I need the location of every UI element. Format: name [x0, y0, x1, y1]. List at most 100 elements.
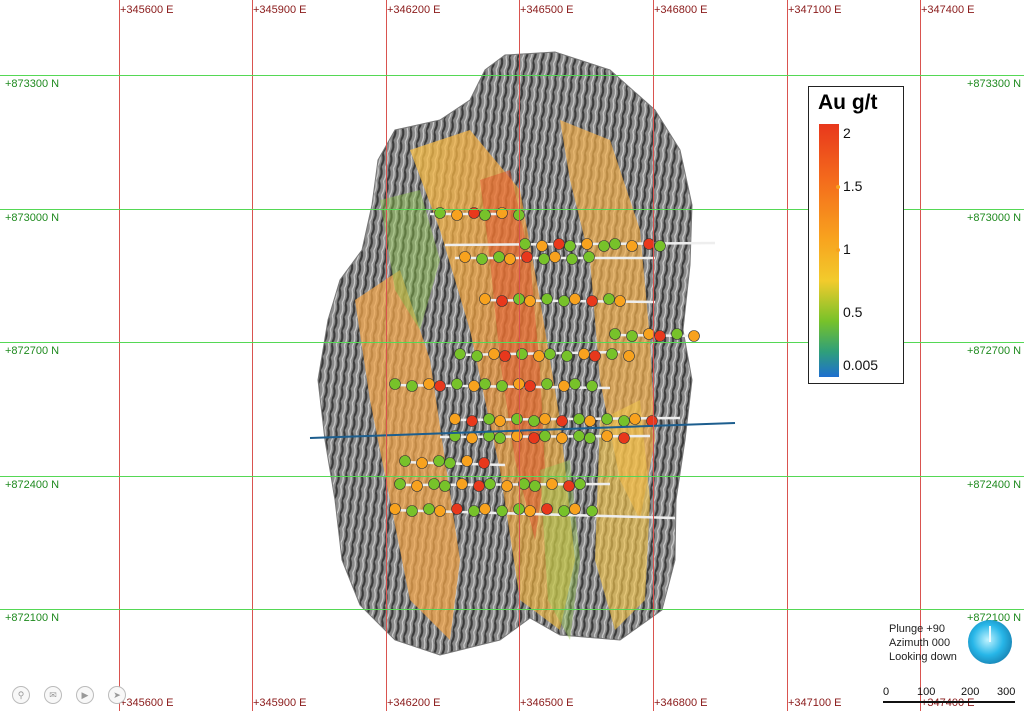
- assay-sample: [584, 415, 596, 427]
- assay-sample: [449, 413, 461, 425]
- assay-sample: [451, 503, 463, 515]
- assay-sample: [626, 330, 638, 342]
- comment-icon[interactable]: ✉: [44, 686, 62, 704]
- assay-sample: [569, 293, 581, 305]
- assay-sample: [494, 415, 506, 427]
- assay-sample: [451, 209, 463, 221]
- assay-sample: [456, 478, 468, 490]
- easting-label-top: +345900 E: [253, 4, 307, 16]
- assay-sample: [493, 251, 505, 263]
- assay-sample: [478, 457, 490, 469]
- assay-sample: [428, 478, 440, 490]
- search-icon[interactable]: ⚲: [12, 686, 30, 704]
- camera-icon[interactable]: ▶: [76, 686, 94, 704]
- assay-sample: [423, 503, 435, 515]
- assay-sample: [598, 240, 610, 252]
- assay-sample: [473, 480, 485, 492]
- northing-label-right: +873000 N: [967, 212, 1022, 224]
- northing-label-left: +872400 N: [5, 479, 60, 491]
- assay-sample: [496, 295, 508, 307]
- easting-label-top: +346800 E: [654, 4, 708, 16]
- easting-gridline: [653, 0, 654, 711]
- northing-label-left: +872700 N: [5, 345, 60, 357]
- assay-sample: [586, 505, 598, 517]
- assay-sample: [488, 348, 500, 360]
- northing-gridline: [0, 476, 1024, 477]
- easting-gridline: [519, 0, 520, 711]
- assay-sample: [416, 457, 428, 469]
- assay-sample: [654, 240, 666, 252]
- easting-label-top: +346500 E: [520, 4, 574, 16]
- assay-sample: [538, 253, 550, 265]
- assay-sample: [528, 415, 540, 427]
- scale-tick: 200: [961, 686, 980, 698]
- legend-tick: 2: [843, 125, 851, 141]
- easting-label-bottom: +346500 E: [520, 697, 574, 709]
- assay-sample: [609, 328, 621, 340]
- northing-gridline: [0, 75, 1024, 76]
- easting-label-top: +345600 E: [120, 4, 174, 16]
- assay-sample: [583, 251, 595, 263]
- legend-tick: 1.5: [843, 178, 863, 194]
- assay-sample: [601, 413, 613, 425]
- assay-sample: [589, 350, 601, 362]
- assay-sample: [573, 430, 585, 442]
- assay-sample: [494, 432, 506, 444]
- assay-sample: [468, 505, 480, 517]
- map-viewport[interactable]: +345600 E +345900 E +346200 E +346500 E …: [0, 0, 1024, 711]
- assay-sample: [539, 430, 551, 442]
- assay-sample: [566, 253, 578, 265]
- assay-sample: [544, 348, 556, 360]
- arrow-icon[interactable]: ➤: [108, 686, 126, 704]
- assay-sample: [406, 505, 418, 517]
- northing-label-right: +872400 N: [967, 479, 1022, 491]
- compass-icon[interactable]: [968, 620, 1012, 664]
- assay-sample: [623, 350, 635, 362]
- assay-sample: [468, 380, 480, 392]
- assay-sample: [629, 413, 641, 425]
- assay-sample: [618, 432, 630, 444]
- assay-sample: [461, 455, 473, 467]
- assay-sample: [483, 413, 495, 425]
- azimuth-text: Azimuth 000: [889, 637, 951, 649]
- assay-sample: [556, 415, 568, 427]
- assay-sample: [504, 253, 516, 265]
- northing-label-left: +873000 N: [5, 212, 60, 224]
- assay-sample: [501, 480, 513, 492]
- assay-sample: [519, 238, 531, 250]
- legend-tick: 0.5: [843, 304, 863, 320]
- assay-sample: [479, 378, 491, 390]
- scale-tick: 300: [997, 686, 1016, 698]
- assay-sample: [511, 430, 523, 442]
- assay-sample: [541, 293, 553, 305]
- assay-sample: [553, 238, 565, 250]
- legend-tick: 0.005: [843, 357, 879, 373]
- easting-gridline: [119, 0, 120, 711]
- scale-tick: 0: [883, 686, 890, 698]
- assay-sample: [389, 378, 401, 390]
- view-direction-text: Looking down: [889, 651, 957, 663]
- assay-sample: [558, 295, 570, 307]
- assay-sample: [601, 430, 613, 442]
- legend-tick: 1: [843, 241, 851, 257]
- assay-sample: [479, 503, 491, 515]
- easting-label-bottom: +346800 E: [654, 697, 708, 709]
- assay-sample: [574, 478, 586, 490]
- northing-label-right: +872700 N: [967, 345, 1022, 357]
- assay-sample: [578, 348, 590, 360]
- assay-sample: [524, 380, 536, 392]
- assay-sample: [606, 348, 618, 360]
- assay-sample: [434, 380, 446, 392]
- view-orientation: Plunge +90 Azimuth 000 Looking down: [889, 622, 957, 664]
- assay-sample: [389, 503, 401, 515]
- assay-sample: [496, 380, 508, 392]
- easting-label-top: +346200 E: [387, 4, 441, 16]
- assay-sample: [524, 295, 536, 307]
- northing-label-right: +873300 N: [967, 78, 1022, 90]
- assay-sample: [536, 240, 548, 252]
- assay-sample: [524, 505, 536, 517]
- assay-sample: [466, 432, 478, 444]
- assay-sample: [496, 505, 508, 517]
- assay-sample: [399, 455, 411, 467]
- northing-gridline: [0, 609, 1024, 610]
